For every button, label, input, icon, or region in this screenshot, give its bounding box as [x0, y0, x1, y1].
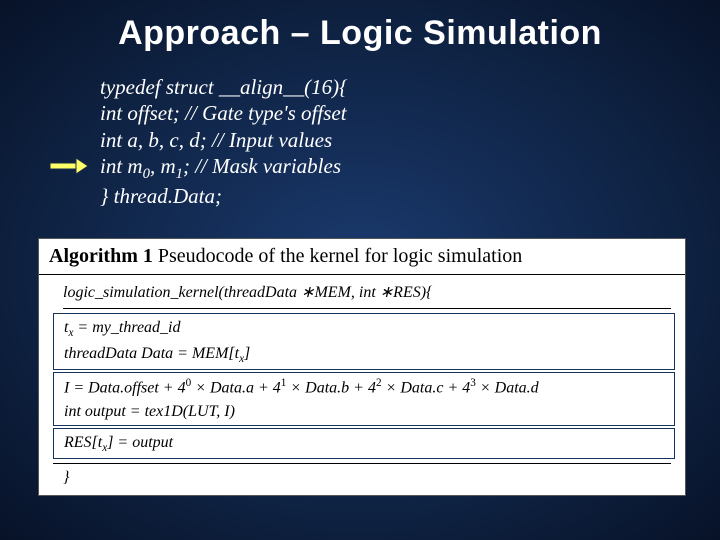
- slide-title: Approach – Logic Simulation: [0, 0, 720, 53]
- algo-highlight-group-2: I = Data.offset + 40 × Data.a + 41 × Dat…: [53, 372, 675, 426]
- algo-line: threadData Data = MEM[tx]: [64, 342, 664, 367]
- struct-line: int m0, m1; // Mask variables: [100, 153, 348, 184]
- struct-line: typedef struct __align__(16){: [100, 74, 348, 100]
- algo-close: }: [53, 463, 671, 489]
- algo-line: tx = my_thread_id: [64, 316, 664, 341]
- algo-line: int output = tex1D(LUT, I): [64, 400, 664, 423]
- struct-line: } thread.Data;: [100, 183, 348, 209]
- algorithm-caption: Algorithm 1 Pseudocode of the kernel for…: [39, 239, 685, 275]
- algorithm-box: Algorithm 1 Pseudocode of the kernel for…: [38, 238, 686, 496]
- struct-line: int a, b, c, d; // Input values: [100, 127, 348, 153]
- algo-signature: logic_simulation_kernel(threadData ∗MEM,…: [63, 281, 671, 309]
- arrow-right-icon: [50, 158, 88, 174]
- struct-definition: typedef struct __align__(16){ int offset…: [100, 74, 348, 210]
- algo-highlight-group-3: RES[tx] = output: [53, 428, 675, 459]
- algo-line: RES[tx] = output: [64, 431, 664, 456]
- algorithm-body: logic_simulation_kernel(threadData ∗MEM,…: [39, 275, 685, 495]
- algo-line: I = Data.offset + 40 × Data.a + 41 × Dat…: [64, 375, 664, 400]
- algo-highlight-group-1: tx = my_thread_id threadData Data = MEM[…: [53, 313, 675, 370]
- struct-line: int offset; // Gate type's offset: [100, 100, 348, 126]
